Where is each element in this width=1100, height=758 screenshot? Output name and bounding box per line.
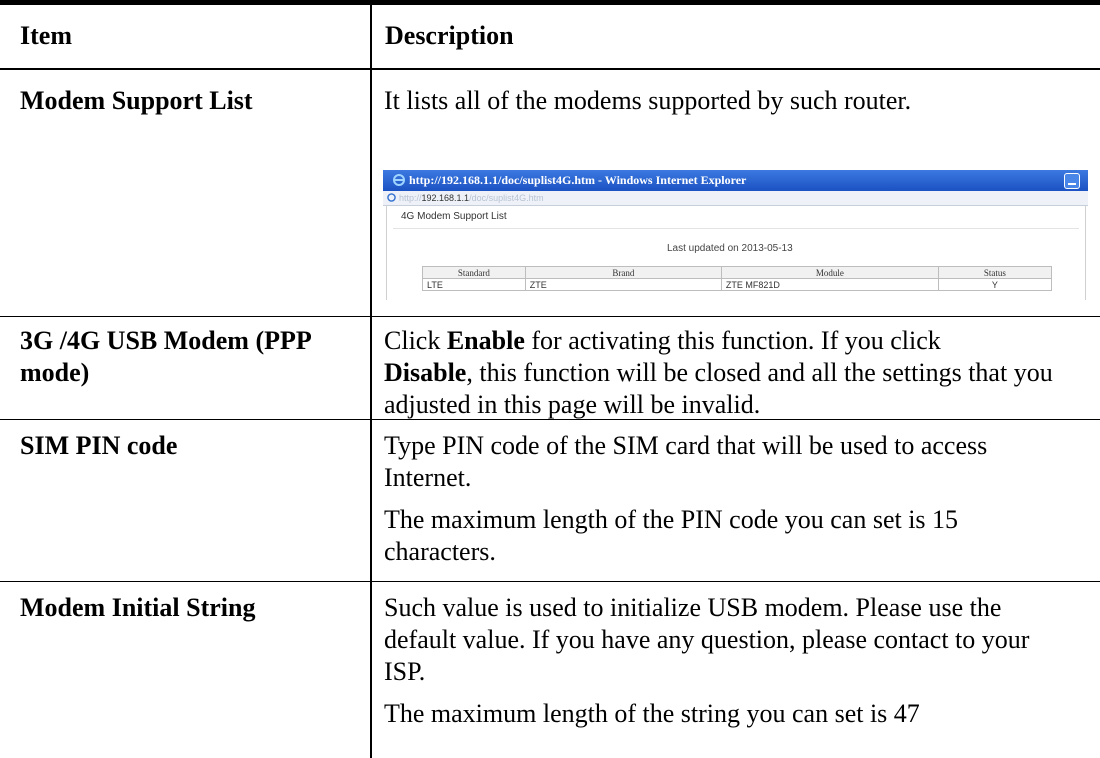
disable-keyword: Disable (384, 358, 467, 387)
item-modem-support-list: Modem Support List (20, 86, 253, 115)
browser-title: http://192.168.1.1/doc/suplist4G.htm - W… (409, 173, 747, 187)
last-updated-text: Last updated on 2013-05-13 (667, 243, 793, 254)
header-item: Item (20, 21, 72, 50)
browser-screenshot: http://192.168.1.1/doc/suplist4G.htm - W… (383, 170, 1088, 300)
browser-title-bar: http://192.168.1.1/doc/suplist4G.htm - W… (383, 170, 1088, 191)
table-header-row: Standard Brand Module Status (422, 266, 1053, 279)
column-header-standard: Standard (422, 266, 526, 279)
column-header-status: Status (937, 266, 1053, 279)
header-bottom-rule (0, 68, 1100, 70)
page-icon (387, 193, 396, 202)
row-divider (0, 581, 1100, 582)
row-divider (0, 316, 1100, 317)
page-separator (393, 228, 1079, 229)
address-path: /doc/suplist4G.htm (469, 193, 544, 203)
description-usb-modem-ppp: Click Enable for activating this functio… (384, 326, 1053, 419)
table-row: LTE ZTE ZTE MF821D Y (422, 278, 1053, 291)
minimize-button[interactable] (1064, 173, 1080, 189)
address-bar[interactable]: http://192.168.1.1/doc/suplist4G.htm (383, 191, 1088, 206)
column-header-brand: Brand (524, 266, 722, 279)
document-table: Item Description Modem Support List It l… (0, 0, 1100, 758)
description-modem-initial-string: Such value is used to initialize USB mod… (384, 593, 1030, 728)
item-sim-pin-code: SIM PIN code (20, 431, 178, 460)
cell-standard: LTE (422, 278, 526, 291)
enable-keyword: Enable (446, 326, 525, 355)
item-usb-modem-ppp: 3G /4G USB Modem (PPP mode) (20, 326, 312, 387)
description-modem-support-list: It lists all of the modems supported by … (384, 86, 912, 115)
cell-module: ZTE MF821D (720, 278, 939, 291)
internet-explorer-icon (393, 174, 405, 186)
header-description: Description (385, 21, 514, 50)
modem-support-table: Standard Brand Module Status LTE ZTE ZTE… (422, 266, 1053, 291)
column-divider (370, 0, 372, 758)
address-host: 192.168.1.1 (421, 193, 470, 203)
cell-status: Y (937, 278, 1053, 291)
column-header-module: Module (720, 266, 939, 279)
table-top-rule (0, 0, 1100, 5)
browser-page-content: 4G Modem Support List Last updated on 20… (386, 206, 1086, 300)
description-sim-pin-code: Type PIN code of the SIM card that will … (384, 431, 988, 566)
item-modem-initial-string: Modem Initial String (20, 593, 256, 622)
page-heading: 4G Modem Support List (401, 211, 507, 222)
cell-brand: ZTE (524, 278, 722, 291)
